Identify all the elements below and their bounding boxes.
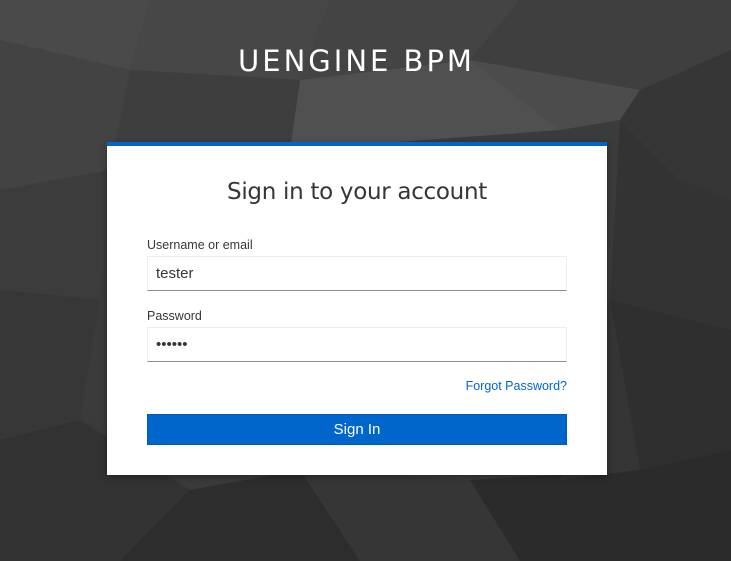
forgot-password-link[interactable]: Forgot Password? (466, 379, 567, 393)
sign-in-button[interactable]: Sign In (147, 414, 567, 445)
login-page: UENGINE BPM Sign in to your account User… (0, 0, 731, 561)
login-card: Sign in to your account Username or emai… (107, 142, 607, 475)
password-label: Password (147, 309, 202, 323)
username-input[interactable] (147, 256, 567, 291)
password-input[interactable] (147, 327, 567, 362)
username-label: Username or email (147, 238, 253, 252)
login-heading: Sign in to your account (227, 179, 487, 205)
brand-title: UENGINE BPM (238, 44, 475, 78)
